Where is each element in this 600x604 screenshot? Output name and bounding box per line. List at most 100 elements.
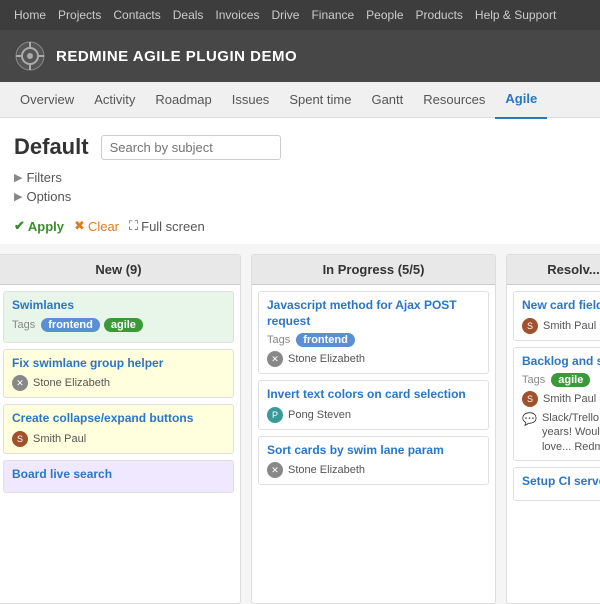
column-new-header: New (9) (0, 255, 240, 285)
filters-toggle[interactable]: ▶ Filters (14, 170, 586, 185)
avatar-stone-3: ✕ (267, 462, 283, 478)
card-collapse-buttons-user: S Smith Paul (12, 431, 225, 447)
page-content: Default ▶ Filters ▶ Options ✔ Apply ✖ Cl… (0, 118, 600, 244)
nav-home[interactable]: Home (8, 0, 52, 30)
card-invert-colors[interactable]: Invert text colors on card selection P P… (258, 380, 489, 430)
comment-text: Slack/Trello ha... years! Would love... … (542, 411, 600, 454)
nav-drive[interactable]: Drive (265, 0, 305, 30)
filters-label: Filters (26, 170, 61, 185)
nav-finance[interactable]: Finance (305, 0, 360, 30)
card-fix-swimlane-user: ✕ Stone Elizabeth (12, 375, 225, 391)
user-stone-2: Stone Elizabeth (288, 353, 365, 365)
tab-roadmap[interactable]: Roadmap (145, 82, 221, 118)
card-backlog-tags: Tags agile (522, 373, 600, 387)
fullscreen-icon: ⛶ (129, 218, 138, 234)
card-js-method-tags: Tags frontend (267, 333, 480, 347)
tag-agile-2[interactable]: agile (551, 373, 590, 387)
tags-label: Tags (12, 319, 35, 331)
avatar-smith-3: S (522, 391, 538, 407)
search-input[interactable] (101, 135, 281, 160)
avatar-smith-1: S (12, 431, 28, 447)
tag-agile[interactable]: agile (104, 318, 143, 332)
project-logo-icon (14, 40, 46, 72)
card-js-method-title[interactable]: Javascript method for Ajax POST request (267, 298, 480, 329)
nav-deals[interactable]: Deals (167, 0, 210, 30)
page-title: Default (14, 134, 89, 160)
column-resolved: Resolv... New card field s... S Smith Pa… (506, 254, 600, 604)
tab-agile[interactable]: Agile (495, 81, 547, 119)
tag-frontend[interactable]: frontend (41, 318, 100, 332)
nav-contacts[interactable]: Contacts (107, 0, 166, 30)
apply-button[interactable]: ✔ Apply (14, 218, 64, 234)
clear-icon: ✖ (74, 218, 85, 234)
top-navigation: Home Projects Contacts Deals Invoices Dr… (0, 0, 600, 30)
card-sort-cards-title[interactable]: Sort cards by swim lane param (267, 443, 480, 459)
card-backlog-user: S Smith Paul (522, 391, 600, 407)
card-backlog-comment: 💬 Slack/Trello ha... years! Would love..… (522, 411, 600, 454)
column-inprogress-header: In Progress (5/5) (252, 255, 495, 285)
user-stone-3: Stone Elizabeth (288, 464, 365, 476)
card-new-field[interactable]: New card field s... S Smith Paul (513, 291, 600, 341)
nav-help[interactable]: Help & Support (469, 0, 562, 30)
card-fix-swimlane-title[interactable]: Fix swimlane group helper (12, 356, 225, 372)
tag-frontend-2[interactable]: frontend (296, 333, 355, 347)
column-inprogress: In Progress (5/5) Javascript method for … (251, 254, 496, 604)
user-smith-1: Smith Paul (33, 433, 86, 445)
card-js-method-user: ✕ Stone Elizabeth (267, 351, 480, 367)
card-js-method[interactable]: Javascript method for Ajax POST request … (258, 291, 489, 374)
project-header: REDMINE AGILE PLUGIN DEMO (0, 30, 600, 82)
card-fix-swimlane[interactable]: Fix swimlane group helper ✕ Stone Elizab… (3, 349, 234, 399)
card-swimlanes[interactable]: Swimlanes Tags frontend agile (3, 291, 234, 343)
nav-products[interactable]: Products (410, 0, 469, 30)
card-setup-ci[interactable]: Setup CI server... (513, 467, 600, 501)
user-smith-2: Smith Paul (543, 320, 596, 332)
toolbar: ✔ Apply ✖ Clear ⛶ Full screen (14, 208, 586, 244)
card-invert-colors-user: P Pong Steven (267, 407, 480, 423)
card-collapse-buttons-title[interactable]: Create collapse/expand buttons (12, 411, 225, 427)
nav-projects[interactable]: Projects (52, 0, 107, 30)
card-sort-cards[interactable]: Sort cards by swim lane param ✕ Stone El… (258, 436, 489, 486)
options-label: Options (26, 189, 71, 204)
user-smith-3: Smith Paul (543, 393, 596, 405)
card-backlog-title[interactable]: Backlog and sp... (522, 354, 600, 370)
card-sort-cards-user: ✕ Stone Elizabeth (267, 462, 480, 478)
tab-issues[interactable]: Issues (222, 82, 280, 118)
fullscreen-button[interactable]: ⛶ Full screen (129, 218, 205, 234)
fullscreen-label: Full screen (141, 219, 205, 234)
tab-gantt[interactable]: Gantt (361, 82, 413, 118)
card-new-field-title[interactable]: New card field s... (522, 298, 600, 314)
tab-resources[interactable]: Resources (413, 82, 495, 118)
avatar-smith-2: S (522, 318, 538, 334)
column-resolved-header: Resolv... (507, 255, 600, 285)
tab-activity[interactable]: Activity (84, 82, 145, 118)
card-backlog[interactable]: Backlog and sp... Tags agile S Smith Pau… (513, 347, 600, 461)
clear-button[interactable]: ✖ Clear (74, 218, 119, 234)
apply-check-icon: ✔ (14, 218, 25, 234)
tags-label-2: Tags (267, 334, 290, 346)
card-new-field-user: S Smith Paul (522, 318, 600, 334)
nav-invoices[interactable]: Invoices (209, 0, 265, 30)
card-swimlanes-tags: Tags frontend agile (12, 318, 225, 332)
avatar-pong: P (267, 407, 283, 423)
project-navigation: Overview Activity Roadmap Issues Spent t… (0, 82, 600, 118)
avatar-stone-2: ✕ (267, 351, 283, 367)
options-toggle[interactable]: ▶ Options (14, 189, 586, 204)
comment-icon: 💬 (522, 412, 537, 426)
page-title-row: Default (14, 134, 586, 160)
nav-people[interactable]: People (360, 0, 409, 30)
user-pong: Pong Steven (288, 409, 351, 421)
card-board-live-search[interactable]: Board live search (3, 460, 234, 494)
card-collapse-buttons[interactable]: Create collapse/expand buttons S Smith P… (3, 404, 234, 454)
tab-overview[interactable]: Overview (10, 82, 84, 118)
card-setup-ci-title[interactable]: Setup CI server... (522, 474, 600, 490)
card-board-live-search-title[interactable]: Board live search (12, 467, 225, 483)
apply-label: Apply (28, 219, 64, 234)
avatar-stone-1: ✕ (12, 375, 28, 391)
card-invert-colors-title[interactable]: Invert text colors on card selection (267, 387, 480, 403)
user-stone-1: Stone Elizabeth (33, 377, 110, 389)
board-area: New (9) Swimlanes Tags frontend agile Fi… (0, 244, 600, 604)
card-swimlanes-title[interactable]: Swimlanes (12, 298, 225, 314)
tab-spent-time[interactable]: Spent time (279, 82, 361, 118)
options-arrow-icon: ▶ (14, 190, 22, 203)
column-new: New (9) Swimlanes Tags frontend agile Fi… (0, 254, 241, 604)
